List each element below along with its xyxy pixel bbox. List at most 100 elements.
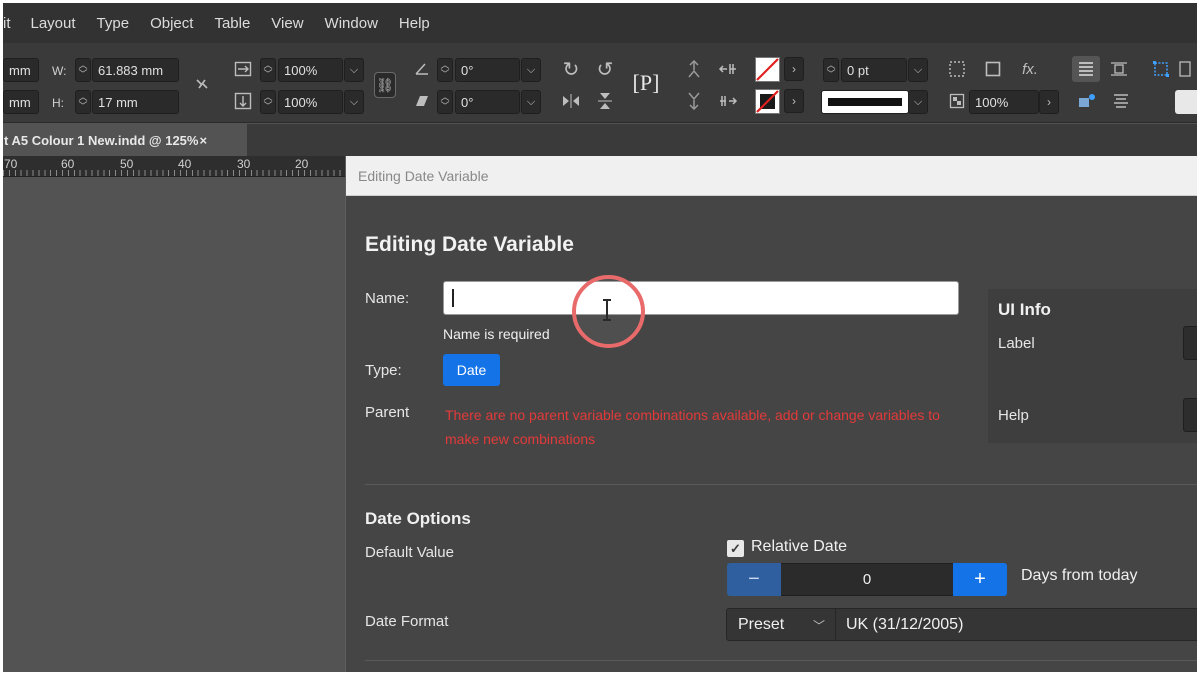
shear-stepper[interactable]: ︿ ﹀ — [437, 90, 453, 114]
relative-date-label: Relative Date — [751, 538, 848, 555]
stroke-weight-stepper[interactable]: ︿ ﹀ — [823, 58, 839, 82]
flip-vertical-icon[interactable] — [593, 89, 617, 113]
date-format-label: Date Format — [365, 613, 449, 630]
ui-info-title: UI Info — [998, 300, 1051, 319]
height-field[interactable]: 17 mm — [92, 90, 179, 114]
frame-fitting-icon[interactable] — [945, 57, 969, 81]
menu-edit[interactable]: it — [3, 15, 11, 32]
parent-label: Parent — [365, 404, 410, 421]
scale-y-stepper[interactable]: ︿ ﹀ — [260, 90, 276, 114]
stroke-weight-dropdown[interactable]: ⌵ — [908, 58, 928, 82]
rotate-stepper[interactable]: ︿ ﹀ — [437, 58, 453, 82]
scale-y-field[interactable]: 100% — [278, 90, 343, 114]
scale-y-dropdown[interactable]: ⌵ — [344, 90, 364, 114]
flip-horizontal-icon[interactable] — [559, 89, 583, 113]
select-content-icon[interactable] — [682, 89, 706, 113]
scale-x-dropdown[interactable]: ⌵ — [344, 58, 364, 82]
type-date-button[interactable]: Date — [443, 354, 500, 386]
select-next-icon[interactable] — [716, 89, 740, 113]
w-stepper[interactable]: ︿ ﹀ — [75, 58, 91, 82]
select-previous-icon[interactable] — [716, 57, 740, 81]
increment-days-button[interactable]: + — [953, 563, 1007, 596]
name-label: Name: — [365, 290, 410, 307]
days-from-today-label: Days from today — [1021, 567, 1138, 584]
stroke-menu-chevron-icon[interactable]: › — [784, 89, 804, 113]
scale-x-stepper[interactable]: ︿ ﹀ — [260, 58, 276, 82]
ruler-ticks — [3, 170, 348, 176]
link-scale-icon[interactable]: ⛓ — [374, 72, 396, 98]
menu-object[interactable]: Object — [150, 15, 193, 32]
rotate-field[interactable]: 0° — [455, 58, 520, 82]
stroke-type-dropdown[interactable]: ⌵ — [908, 90, 928, 114]
select-container-icon[interactable] — [682, 57, 706, 81]
w-label: W: — [52, 64, 67, 78]
name-input[interactable] — [443, 281, 959, 315]
shear-field[interactable]: 0° — [455, 90, 520, 114]
help-input[interactable] — [1183, 398, 1197, 432]
rotate-cw-icon[interactable]: ↻ — [559, 57, 583, 81]
horizontal-ruler[interactable]: 70 60 50 40 30 20 — [3, 156, 348, 177]
ruler-tick: 40 — [178, 157, 192, 171]
opacity-chevron-icon[interactable]: › — [1039, 90, 1059, 114]
stroke-swatch[interactable] — [755, 89, 780, 114]
relative-date-checkbox[interactable]: ✓ — [727, 540, 744, 557]
menu-help[interactable]: Help — [399, 15, 430, 32]
x-field[interactable]: mm — [3, 58, 39, 82]
dialog-titlebar[interactable]: Editing Date Variable — [346, 156, 1197, 196]
image-options-icon[interactable] — [1075, 89, 1099, 113]
stroke-weight-field[interactable]: 0 pt — [841, 58, 907, 82]
ibeam-cursor-icon — [603, 299, 611, 321]
decrement-days-button[interactable]: − — [727, 563, 781, 596]
menu-layout[interactable]: Layout — [31, 15, 76, 32]
close-icon[interactable]: × — [199, 133, 207, 148]
rotate-dropdown[interactable]: ⌵ — [521, 58, 541, 82]
panel-toggle-icon[interactable] — [1173, 57, 1197, 81]
date-format-value: UK (31/12/2005) — [846, 615, 964, 633]
opacity-icon — [945, 89, 969, 113]
ui-info-label: Label — [998, 335, 1035, 352]
auto-fit-frame-icon[interactable] — [1149, 57, 1173, 81]
rotate-ccw-icon[interactable]: ↺ — [593, 57, 617, 81]
opacity-field[interactable]: 100% — [969, 90, 1039, 114]
fill-swatch[interactable] — [755, 57, 780, 82]
rotate-angle-icon — [410, 57, 434, 81]
ruler-tick: 70 — [4, 157, 18, 171]
section-divider — [365, 484, 1197, 485]
stroke-type-field[interactable] — [821, 90, 909, 114]
effects-fx-icon[interactable]: fx. — [1018, 57, 1042, 81]
type-label: Type: — [365, 362, 402, 379]
name-required-message: Name is required — [443, 326, 550, 342]
app-window: it Layout Type Object Table View Window … — [3, 3, 1197, 672]
style-preview-swatch[interactable] — [1175, 90, 1197, 114]
menu-type[interactable]: Type — [97, 15, 130, 32]
date-format-select[interactable]: UK (31/12/2005) — [836, 608, 1197, 641]
days-offset-input[interactable] — [781, 563, 953, 596]
reference-point-icon[interactable]: [P] — [628, 65, 664, 101]
text-wrap-none-icon[interactable] — [1072, 56, 1100, 82]
shear-dropdown[interactable]: ⌵ — [521, 90, 541, 114]
constrain-proportions-icon[interactable] — [190, 72, 214, 96]
ruler-tick: 60 — [61, 157, 75, 171]
dialog-heading: Editing Date Variable — [365, 233, 574, 256]
ruler-tick: 30 — [237, 157, 251, 171]
label-input[interactable] — [1183, 326, 1197, 360]
scale-x-icon — [231, 57, 255, 81]
default-value-label: Default Value — [365, 544, 454, 561]
menu-table[interactable]: Table — [214, 15, 250, 32]
width-field[interactable]: 61.883 mm — [92, 58, 179, 82]
h-stepper[interactable]: ︿ ﹀ — [75, 90, 91, 114]
text-wrap-box-icon[interactable] — [1107, 57, 1131, 81]
ruler-tick: 20 — [295, 157, 309, 171]
menu-window[interactable]: Window — [325, 15, 378, 32]
menu-view[interactable]: View — [271, 15, 303, 32]
preset-select[interactable]: Preset ﹀ — [726, 608, 836, 641]
fit-frame-icon[interactable] — [981, 57, 1005, 81]
scale-y-icon — [231, 89, 255, 113]
align-stack-icon[interactable] — [1109, 89, 1133, 113]
fill-menu-chevron-icon[interactable]: › — [784, 57, 804, 81]
document-tab[interactable]: t A5 Colour 1 New.indd @ 125% × — [3, 124, 247, 156]
date-options-heading: Date Options — [365, 509, 471, 528]
ruler-tick: 50 — [120, 157, 134, 171]
scale-x-field[interactable]: 100% — [278, 58, 343, 82]
y-field[interactable]: mm — [3, 90, 39, 114]
